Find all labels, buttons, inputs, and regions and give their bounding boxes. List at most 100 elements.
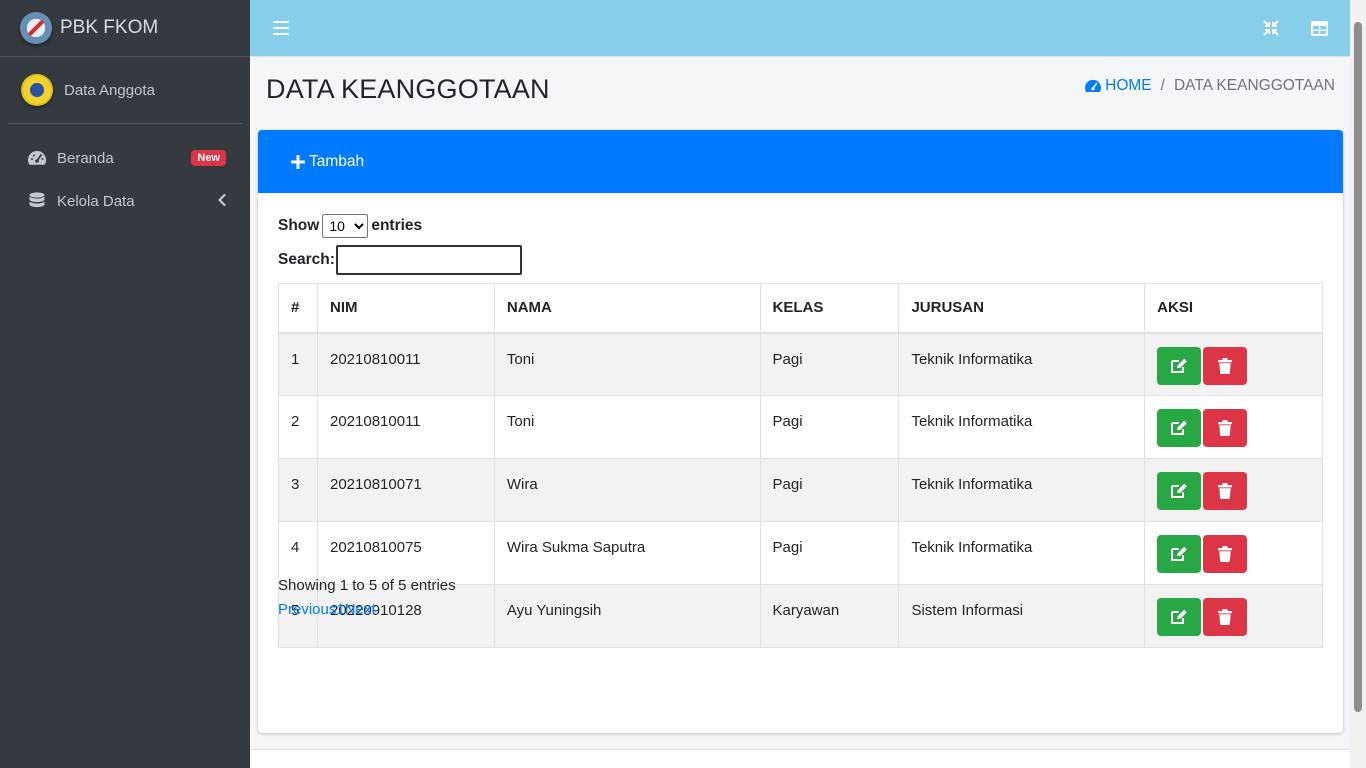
table-row: 2 20210810011 Toni Pagi Teknik Informatika xyxy=(278,395,1323,459)
cell-nama: Toni xyxy=(493,395,761,459)
edit-button[interactable] xyxy=(1157,409,1202,447)
cell-nama: Wira Sukma Saputra xyxy=(493,521,761,585)
cell-nim: 20210810011 xyxy=(316,395,495,459)
datatable-length: Show 102550100 entries xyxy=(278,214,422,238)
user-name: Data Anggota xyxy=(64,81,155,99)
sidebar: PBK FKOM Data Anggota Beranda New Kelola… xyxy=(0,0,250,768)
brand-text: PBK FKOM xyxy=(60,17,159,38)
column-header: AKSI xyxy=(1144,283,1323,334)
cell-actions xyxy=(1144,458,1323,522)
card-header: Tambah xyxy=(258,130,1343,193)
add-button-label: Tambah xyxy=(309,152,365,170)
user-panel[interactable]: Data Anggota xyxy=(8,57,242,124)
edit-button[interactable] xyxy=(1157,598,1202,636)
sidebar-item-kelola-data[interactable]: Kelola Data xyxy=(8,181,242,221)
edit-icon xyxy=(1170,609,1188,625)
page-title: DATA KEANGGOTAAN xyxy=(266,74,550,104)
show-label: Show xyxy=(278,217,320,234)
column-header[interactable]: JURUSAN xyxy=(898,283,1146,334)
table-header-row: # NIM NAMA KELAS JURUSAN AKSI xyxy=(278,283,1323,334)
footer xyxy=(250,750,1350,768)
pagination-previous[interactable]: Previous xyxy=(278,601,336,618)
table-row: 1 20210810011 Toni Pagi Teknik Informatika xyxy=(278,332,1323,396)
cell-kelas: Pagi xyxy=(759,332,900,396)
content-wrapper: DATA KEANGGOTAAN HOME / DATA KEANGGOTAAN… xyxy=(250,57,1350,768)
sidebar-item-label: Beranda xyxy=(57,149,114,167)
edit-icon xyxy=(1170,358,1188,374)
cell-nim: 20210810071 xyxy=(316,458,495,522)
fullscreen-compress-icon[interactable] xyxy=(1262,19,1280,37)
edit-button[interactable] xyxy=(1157,535,1202,573)
cell-no: 4 xyxy=(278,521,318,585)
delete-button[interactable] xyxy=(1203,535,1248,573)
page-scrollbar[interactable] xyxy=(1350,0,1366,768)
delete-button[interactable] xyxy=(1203,472,1248,510)
cell-nama: Ayu Yuningsih xyxy=(493,584,761,648)
database-icon xyxy=(26,190,48,212)
cell-nama: Wira xyxy=(493,458,761,522)
cell-jurusan: Teknik Informatika xyxy=(898,332,1146,396)
cell-actions xyxy=(1144,584,1323,648)
data-card: Tambah Show 102550100 entries Search: # xyxy=(258,130,1343,733)
search-input[interactable] xyxy=(335,245,522,275)
breadcrumb-separator: / xyxy=(1160,77,1165,94)
new-badge: New xyxy=(191,150,226,166)
add-button[interactable]: Tambah xyxy=(291,153,364,171)
page-size-select[interactable]: 102550100 xyxy=(322,214,369,238)
trash-icon xyxy=(1218,546,1233,562)
cell-nama: Toni xyxy=(493,332,761,396)
control-sidebar-icon[interactable] xyxy=(1310,19,1328,37)
breadcrumb-home-link[interactable]: HOME xyxy=(1084,77,1152,95)
column-header[interactable]: NAMA xyxy=(493,283,761,334)
edit-icon xyxy=(1170,546,1188,562)
datatable-info: Showing 1 to 5 of 5 entries xyxy=(278,577,456,594)
cell-actions xyxy=(1144,521,1323,585)
edit-button[interactable] xyxy=(1157,472,1202,510)
search-label: Search: xyxy=(278,251,335,268)
pagination-page[interactable]: 1 xyxy=(336,601,344,618)
table-row: 4 20210810075 Wira Sukma Saputra Pagi Teknik… xyxy=(278,521,1323,585)
breadcrumb-home-label: HOME xyxy=(1105,77,1152,94)
trash-icon xyxy=(1218,420,1233,436)
cell-jurusan: Teknik Informatika xyxy=(898,521,1146,585)
avatar xyxy=(21,74,53,106)
cell-no: 3 xyxy=(278,458,318,522)
edit-icon xyxy=(1170,483,1188,499)
plus-icon xyxy=(291,154,305,169)
delete-button[interactable] xyxy=(1203,409,1248,447)
datatable-search: Search: xyxy=(278,245,522,275)
cell-nim: 20210810075 xyxy=(316,521,495,585)
cell-kelas: Pagi xyxy=(759,395,900,459)
sidebar-item-label: Kelola Data xyxy=(57,192,135,210)
pagination: Previous1Next xyxy=(278,601,376,618)
pagination-next[interactable]: Next xyxy=(345,601,376,618)
brand-logo xyxy=(20,12,52,44)
top-navbar xyxy=(250,0,1350,57)
column-header[interactable]: # xyxy=(278,283,318,334)
cell-nim: 20210810011 xyxy=(316,332,495,396)
scrollbar-thumb[interactable] xyxy=(1354,22,1362,712)
delete-button[interactable] xyxy=(1203,346,1248,385)
tachometer-icon xyxy=(26,147,48,169)
brand-link[interactable]: PBK FKOM xyxy=(0,0,250,57)
breadcrumb-active: DATA KEANGGOTAAN xyxy=(1173,77,1335,94)
edit-icon xyxy=(1170,420,1188,436)
cell-jurusan: Sistem Informasi xyxy=(898,584,1146,648)
trash-icon xyxy=(1218,609,1233,625)
edit-button[interactable] xyxy=(1157,346,1202,385)
cell-no: 1 xyxy=(278,332,318,396)
cell-actions xyxy=(1144,395,1323,459)
cell-jurusan: Teknik Informatika xyxy=(898,395,1146,459)
column-header[interactable]: KELAS xyxy=(759,283,900,334)
cell-no: 2 xyxy=(278,395,318,459)
sidebar-nav: Beranda New Kelola Data xyxy=(0,138,250,221)
trash-icon xyxy=(1218,483,1233,499)
delete-button[interactable] xyxy=(1203,598,1248,636)
table-row: 3 20210810071 Wira Pagi Teknik Informatika xyxy=(278,458,1323,522)
cell-kelas: Pagi xyxy=(759,521,900,585)
menu-toggle-icon[interactable] xyxy=(273,21,289,35)
sidebar-item-beranda[interactable]: Beranda New xyxy=(8,138,242,178)
cell-kelas: Pagi xyxy=(759,458,900,522)
column-header[interactable]: NIM xyxy=(316,283,495,334)
entries-label: entries xyxy=(371,217,423,234)
